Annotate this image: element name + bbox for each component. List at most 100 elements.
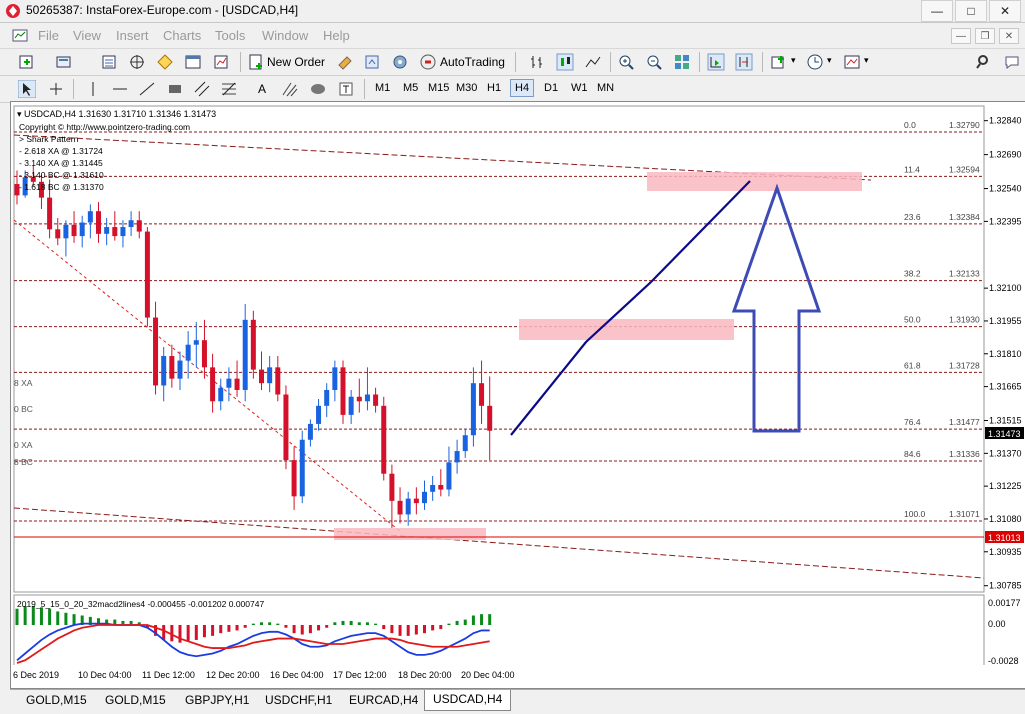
price-chart[interactable]: 0.0 1.32790 11.4 1.32594 23.6 1.32384 38.2 1.32… [11, 102, 1024, 665]
ellipse-icon[interactable] [309, 80, 327, 98]
menu-bar: File View Insert Charts Tools Window Hel… [0, 23, 1025, 49]
navigator-icon[interactable] [156, 53, 174, 71]
vertical-line-icon[interactable] [84, 80, 102, 98]
fib-ratio-label: 100.0 [904, 509, 926, 519]
tab-gold-m15-2[interactable]: GOLD,M15 [105, 693, 166, 707]
timeframe-m1[interactable]: M1 [375, 82, 390, 94]
timeframe-d1[interactable]: D1 [544, 82, 558, 94]
label-tool-icon[interactable] [337, 80, 355, 98]
timeframe-mn[interactable]: MN [597, 82, 614, 94]
timeframe-h4[interactable]: H4 [510, 79, 535, 97]
menu-help[interactable]: Help [323, 28, 350, 43]
macd-histogram-bar [480, 614, 484, 626]
periods-dropdown-icon[interactable]: ▾ [827, 55, 832, 66]
tab-eurcad-h4[interactable]: EURCAD,H4 [349, 693, 418, 707]
indicators-icon[interactable] [770, 53, 788, 71]
timeframe-m5[interactable]: M5 [403, 82, 418, 94]
timeframe-m30[interactable]: M30 [456, 82, 477, 94]
metaeditor-icon[interactable] [336, 53, 354, 71]
autotrading-button[interactable]: AutoTrading [440, 55, 505, 69]
menu-file[interactable]: File [38, 28, 59, 43]
timeframe-h1[interactable]: H1 [487, 82, 501, 94]
chart-window-icon[interactable] [12, 28, 28, 42]
auto-scroll-icon[interactable] [707, 53, 725, 71]
child-close-button[interactable]: ✕ [999, 28, 1019, 44]
channel-icon[interactable] [193, 80, 211, 98]
cursor-icon[interactable] [18, 80, 36, 98]
projection-path[interactable] [510, 180, 751, 436]
fibonacci-icon[interactable] [220, 80, 238, 98]
tile-windows-icon[interactable] [673, 53, 691, 71]
indicator-axis-zero: 0.00 [988, 619, 1006, 629]
child-minimize-button[interactable]: — [951, 28, 971, 44]
candle-body [479, 383, 485, 406]
menu-view[interactable]: View [73, 28, 101, 43]
low-zone[interactable] [334, 528, 486, 540]
candle-body [307, 423, 313, 440]
target-zone-middle[interactable] [519, 319, 734, 340]
timeframe-m15[interactable]: M15 [428, 82, 449, 94]
periods-icon[interactable] [806, 53, 824, 71]
tab-gold-m15[interactable]: GOLD,M15 [26, 693, 87, 707]
market-icon[interactable] [391, 53, 409, 71]
maximize-button[interactable]: □ [955, 0, 987, 22]
tab-usdchf-h1[interactable]: USDCHF,H1 [265, 693, 332, 707]
bar-chart-icon[interactable] [528, 53, 546, 71]
text-tool-icon[interactable]: A [258, 82, 266, 96]
autotrading-icon[interactable] [419, 53, 437, 71]
fib-price-label: 1.31336 [949, 449, 980, 459]
fib-price-label: 1.32790 [949, 120, 980, 130]
pitchfork-icon[interactable] [281, 80, 299, 98]
line-chart-icon[interactable] [584, 53, 602, 71]
up-arrow-icon[interactable] [731, 183, 822, 433]
macd-histogram-bar [48, 608, 52, 626]
candle-body [438, 485, 444, 490]
time-label-8: 20 Dec 04:00 [461, 670, 515, 680]
market-watch-icon[interactable] [100, 53, 118, 71]
child-restore-button[interactable]: ❐ [975, 28, 995, 44]
candle-body [405, 498, 411, 515]
search-icon[interactable] [975, 53, 993, 71]
strategy-tester-icon[interactable] [212, 53, 230, 71]
zoom-out-icon[interactable] [645, 53, 663, 71]
close-button[interactable]: ✕ [989, 0, 1021, 22]
timeframe-w1[interactable]: W1 [571, 82, 588, 94]
macd-histogram-bar [72, 614, 76, 626]
candle-body [348, 396, 354, 415]
terminal-icon[interactable] [184, 53, 202, 71]
macd-histogram-bar [235, 625, 239, 631]
chart-shift-icon[interactable] [735, 53, 753, 71]
signals-icon[interactable] [363, 53, 381, 71]
macd-histogram-bar [488, 614, 492, 626]
crosshair-icon[interactable] [47, 80, 65, 98]
crosshair-nav-icon[interactable] [128, 53, 146, 71]
time-label-5: 16 Dec 04:00 [270, 670, 324, 680]
new-order-button[interactable]: New Order [267, 55, 325, 69]
menu-window[interactable]: Window [262, 28, 308, 43]
new-chart-icon[interactable] [18, 53, 36, 71]
menu-insert[interactable]: Insert [116, 28, 149, 43]
profiles-icon[interactable] [55, 53, 73, 71]
chat-icon[interactable] [1003, 53, 1021, 71]
candle-body [299, 439, 305, 497]
target-zone-upper[interactable] [647, 172, 862, 191]
templates-dropdown-icon[interactable]: ▾ [864, 55, 869, 66]
minimize-button[interactable]: — [921, 0, 953, 22]
menu-tools[interactable]: Tools [215, 28, 245, 43]
trendline-icon[interactable] [138, 80, 156, 98]
new-order-icon[interactable] [247, 53, 265, 71]
tab-gbpjpy-h1[interactable]: GBPJPY,H1 [185, 693, 249, 707]
price-axis-label: 1.32100 [989, 283, 1022, 293]
zoom-in-icon[interactable] [617, 53, 635, 71]
candlestick-icon[interactable] [556, 53, 574, 71]
menu-charts[interactable]: Charts [163, 28, 201, 43]
candle-body [250, 319, 256, 370]
horizontal-line-icon[interactable] [111, 80, 129, 98]
indicators-dropdown-icon[interactable]: ▾ [791, 55, 796, 66]
rectangle-icon[interactable] [166, 80, 184, 98]
tab-usdcad-h4[interactable]: USDCAD,H4 [424, 690, 512, 711]
price-axis-label: 1.31810 [989, 349, 1022, 359]
chart-window[interactable]: 0.0 1.32790 11.4 1.32594 23.6 1.32384 38.2 1.32… [10, 101, 1025, 668]
lower-trendline[interactable] [13, 507, 985, 579]
templates-icon[interactable] [843, 53, 861, 71]
